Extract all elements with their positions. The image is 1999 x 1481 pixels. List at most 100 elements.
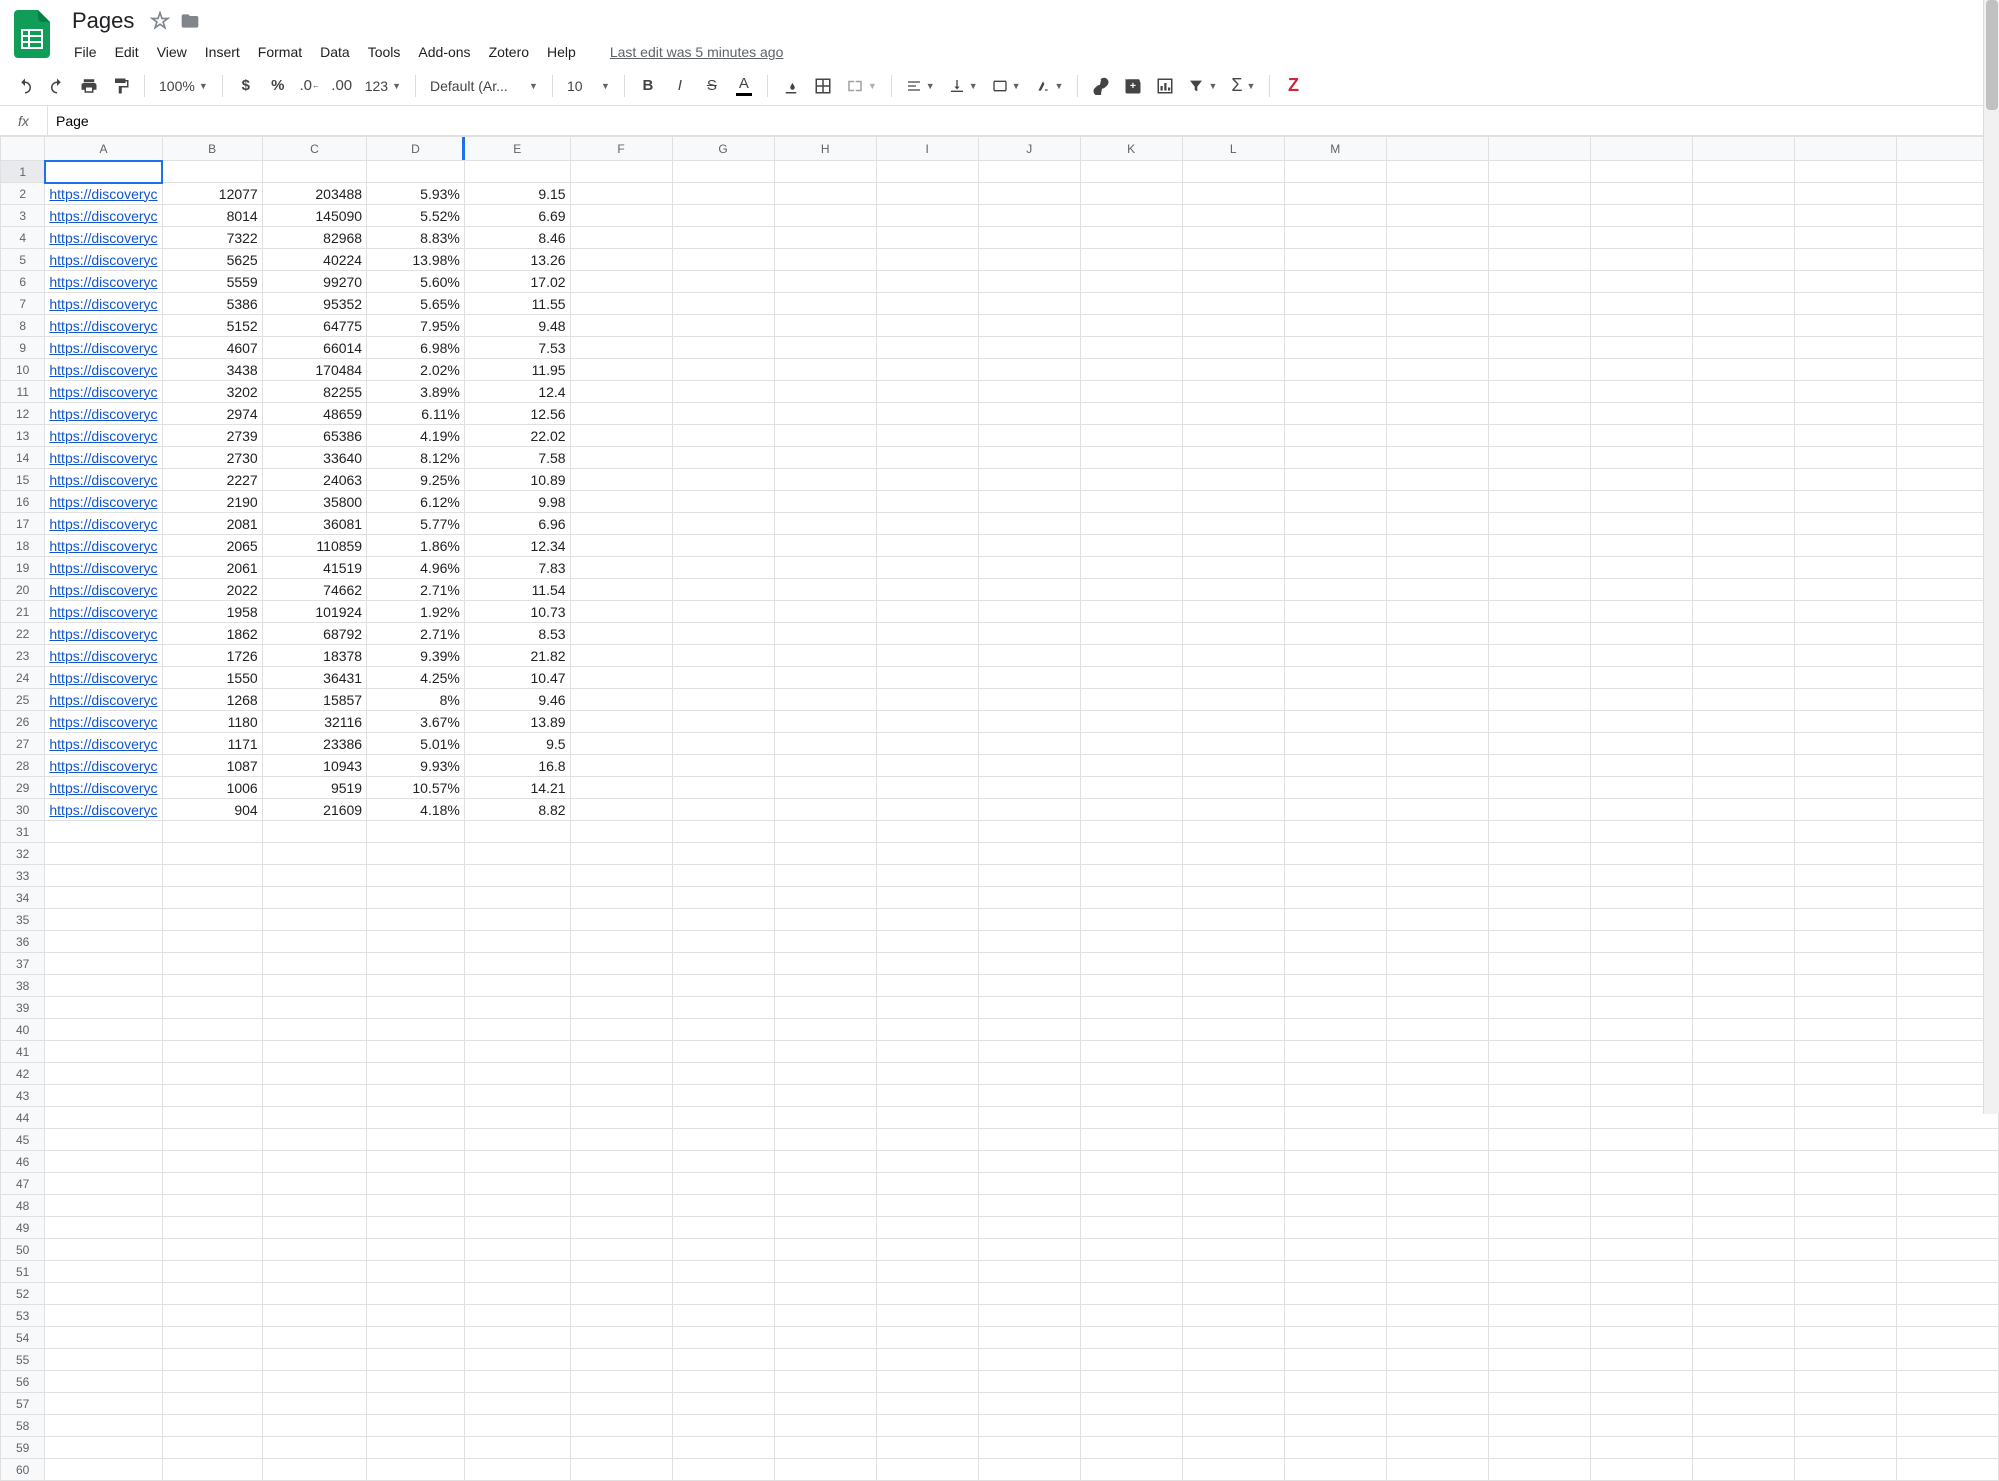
cell-F8[interactable] — [570, 315, 672, 337]
row-header-52[interactable]: 52 — [1, 1283, 45, 1305]
cell-C28[interactable]: 10943 — [262, 755, 366, 777]
cell-x1527[interactable] — [1590, 733, 1692, 755]
cell-F12[interactable] — [570, 403, 672, 425]
cell-G8[interactable] — [672, 315, 774, 337]
cell-J44[interactable] — [978, 1107, 1080, 1129]
cell-L59[interactable] — [1182, 1437, 1284, 1459]
cell-K2[interactable] — [1080, 183, 1182, 205]
cell-A22[interactable]: https://discoveryc — [45, 623, 162, 645]
cell-x1537[interactable] — [1590, 953, 1692, 975]
cell-G45[interactable] — [672, 1129, 774, 1151]
cell-x1655[interactable] — [1692, 1349, 1794, 1371]
cell-F50[interactable] — [570, 1239, 672, 1261]
cell-E15[interactable]: 10.89 — [464, 469, 570, 491]
cell-I10[interactable] — [876, 359, 978, 381]
cell-E60[interactable] — [464, 1459, 570, 1481]
cell-J47[interactable] — [978, 1173, 1080, 1195]
cell-x1414[interactable] — [1488, 447, 1590, 469]
cell-E33[interactable] — [464, 865, 570, 887]
cell-x1714[interactable] — [1794, 447, 1896, 469]
cell-F3[interactable] — [570, 205, 672, 227]
cell-A19[interactable]: https://discoveryc — [45, 557, 162, 579]
cell-L47[interactable] — [1182, 1173, 1284, 1195]
cell-x1556[interactable] — [1590, 1371, 1692, 1393]
cell-I36[interactable] — [876, 931, 978, 953]
cell-x1719[interactable] — [1794, 557, 1896, 579]
cell-H32[interactable] — [774, 843, 876, 865]
cell-L32[interactable] — [1182, 843, 1284, 865]
cell-L48[interactable] — [1182, 1195, 1284, 1217]
cell-x149[interactable] — [1488, 337, 1590, 359]
cell-I1[interactable] — [876, 161, 978, 183]
cell-E25[interactable]: 9.46 — [464, 689, 570, 711]
cell-C39[interactable] — [262, 997, 366, 1019]
cell-A44[interactable] — [45, 1107, 162, 1129]
cell-F7[interactable] — [570, 293, 672, 315]
cell-A46[interactable] — [45, 1151, 162, 1173]
cell-E1[interactable] — [464, 161, 570, 183]
cell-I58[interactable] — [876, 1415, 978, 1437]
cell-I55[interactable] — [876, 1349, 978, 1371]
spreadsheet-grid[interactable]: ABCDEFGHIJKLM12https://discoveryc1207720… — [0, 136, 1999, 1481]
col-header-F[interactable]: F — [570, 137, 672, 161]
cell-I5[interactable] — [876, 249, 978, 271]
cell-K41[interactable] — [1080, 1041, 1182, 1063]
cell-x1356[interactable] — [1386, 1371, 1488, 1393]
cell-I22[interactable] — [876, 623, 978, 645]
cell-D44[interactable] — [367, 1107, 465, 1129]
cell-I17[interactable] — [876, 513, 978, 535]
cell-x1417[interactable] — [1488, 513, 1590, 535]
cell-x1731[interactable] — [1794, 821, 1896, 843]
cell-D18[interactable]: 1.86% — [367, 535, 465, 557]
cell-E20[interactable]: 11.54 — [464, 579, 570, 601]
cell-D10[interactable]: 2.02% — [367, 359, 465, 381]
cell-M16[interactable] — [1284, 491, 1386, 513]
cell-E45[interactable] — [464, 1129, 570, 1151]
cell-x1535[interactable] — [1590, 909, 1692, 931]
cell-D42[interactable] — [367, 1063, 465, 1085]
move-folder-icon[interactable] — [180, 11, 200, 31]
cell-K51[interactable] — [1080, 1261, 1182, 1283]
cell-x1359[interactable] — [1386, 1437, 1488, 1459]
cell-F41[interactable] — [570, 1041, 672, 1063]
cell-H21[interactable] — [774, 601, 876, 623]
cell-M1[interactable] — [1284, 161, 1386, 183]
cell-x142[interactable] — [1488, 183, 1590, 205]
cell-D28[interactable]: 9.93% — [367, 755, 465, 777]
strikethrough-button[interactable]: S — [697, 71, 727, 101]
cell-B43[interactable] — [162, 1085, 262, 1107]
col-header-x16[interactable] — [1692, 137, 1794, 161]
cell-H4[interactable] — [774, 227, 876, 249]
cell-L49[interactable] — [1182, 1217, 1284, 1239]
row-header-1[interactable]: 1 — [1, 161, 45, 183]
cell-x1314[interactable] — [1386, 447, 1488, 469]
cell-x1658[interactable] — [1692, 1415, 1794, 1437]
cell-x1728[interactable] — [1794, 755, 1896, 777]
cell-x167[interactable] — [1692, 293, 1794, 315]
cell-B31[interactable] — [162, 821, 262, 843]
cell-I24[interactable] — [876, 667, 978, 689]
cell-x1317[interactable] — [1386, 513, 1488, 535]
cell-x1324[interactable] — [1386, 667, 1488, 689]
cell-E9[interactable]: 7.53 — [464, 337, 570, 359]
cell-E38[interactable] — [464, 975, 570, 997]
cell-D24[interactable]: 4.25% — [367, 667, 465, 689]
comment-button[interactable]: + — [1118, 71, 1148, 101]
cell-x1547[interactable] — [1590, 1173, 1692, 1195]
cell-E37[interactable] — [464, 953, 570, 975]
cell-G47[interactable] — [672, 1173, 774, 1195]
cell-D25[interactable]: 8% — [367, 689, 465, 711]
cell-x1623[interactable] — [1692, 645, 1794, 667]
cell-B53[interactable] — [162, 1305, 262, 1327]
cell-F14[interactable] — [570, 447, 672, 469]
cell-x1350[interactable] — [1386, 1239, 1488, 1261]
menu-data[interactable]: Data — [312, 40, 358, 64]
cell-M49[interactable] — [1284, 1217, 1386, 1239]
cell-K48[interactable] — [1080, 1195, 1182, 1217]
cell-x1744[interactable] — [1794, 1107, 1896, 1129]
cell-J60[interactable] — [978, 1459, 1080, 1481]
cell-x1735[interactable] — [1794, 909, 1896, 931]
cell-C47[interactable] — [262, 1173, 366, 1195]
cell-D16[interactable]: 6.12% — [367, 491, 465, 513]
cell-G36[interactable] — [672, 931, 774, 953]
